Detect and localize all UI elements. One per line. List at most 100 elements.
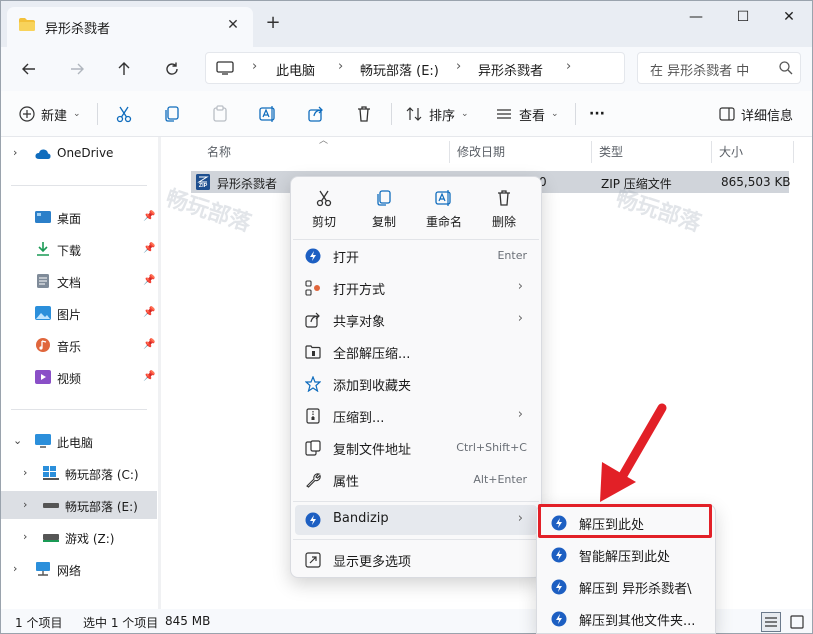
details-view-button[interactable] [761,612,781,632]
minimize-button[interactable]: — [673,5,719,29]
sidebar-item-label: 畅玩部落 (E:) [65,500,138,514]
menu-item-properties[interactable]: 属性 Alt+Enter [295,465,537,495]
copy-icon [377,190,391,206]
download-icon [37,242,49,256]
context-delete-button[interactable]: 删除 [475,185,533,235]
view-button[interactable]: 查看 ⌄ [495,103,559,125]
chevron-right-icon[interactable]: › [23,466,27,479]
context-cut-button[interactable]: 剪切 [295,185,353,235]
chevron-right-icon[interactable]: › [252,59,257,74]
submenu-item-extract-to-folder[interactable]: 解压到 异形杀戮者\ [541,572,713,602]
address-bar[interactable]: › 此电脑 › 畅玩部落 (E:) › 异形杀戮者 › [205,52,625,84]
back-arrow-icon[interactable] [14,54,44,84]
chevron-right-icon[interactable]: › [338,59,343,74]
up-arrow-icon[interactable] [109,54,139,84]
bandizip-icon [551,611,567,627]
menu-item-label: 复制文件地址 [333,443,412,458]
close-window-button[interactable]: ✕ [766,5,812,29]
sidebar-item-desktop[interactable]: 桌面 📌 [1,203,157,231]
menu-item-label: 压缩到... [333,411,385,426]
chevron-right-icon[interactable]: › [13,146,17,159]
sidebar-item-videos[interactable]: 视频 📌 [1,363,157,391]
computer-icon [216,61,234,75]
sidebar-item-music[interactable]: 音乐 📌 [1,331,157,359]
sidebar-item-drive-e[interactable]: › 畅玩部落 (E:) [1,491,157,519]
pin-icon[interactable]: 📌 [143,371,155,382]
tab-bar: 异形杀戮者 ✕ + — ☐ ✕ [1,1,812,47]
chevron-right-icon[interactable]: › [23,530,27,543]
column-header-size[interactable]: 大小 [719,143,743,160]
close-tab-icon[interactable]: ✕ [223,15,243,35]
context-rename-button[interactable]: 重命名 [415,185,473,235]
pin-icon[interactable]: 📌 [143,339,155,350]
sidebar-item-drive-c[interactable]: › 畅玩部落 (C:) [1,459,157,487]
refresh-icon[interactable] [157,54,187,84]
sidebar-item-label: 此电脑 [57,436,94,450]
menu-item-open[interactable]: 打开 Enter [295,241,537,271]
breadcrumb-drive-e[interactable]: 畅玩部落 (E:) [360,60,439,79]
sidebar-item-this-pc[interactable]: ⌄ 此电脑 [1,427,157,455]
tiles-view-button[interactable] [787,612,807,632]
rename-button[interactable] [259,103,277,125]
breadcrumb-this-pc[interactable]: 此电脑 [276,60,315,79]
delete-button[interactable] [355,103,373,125]
sort-button-label: 排序 [429,108,456,124]
menu-item-label: 全部解压缩... [333,347,411,362]
pin-icon[interactable]: 📌 [143,275,155,286]
chevron-right-icon: › [517,279,523,294]
menu-item-add-favorites[interactable]: 添加到收藏夹 [295,369,537,399]
chevron-down-icon: ⌄ [551,109,559,119]
pin-icon[interactable]: 📌 [143,211,155,222]
tab-folder-aliens[interactable]: 异形杀戮者 ✕ [7,7,253,47]
open-with-icon [305,280,320,296]
breadcrumb-current-folder[interactable]: 异形杀戮者 [478,60,543,79]
chevron-right-icon[interactable]: › [456,59,461,74]
extract-icon [305,345,321,359]
list-view-icon [765,617,777,627]
paste-button[interactable] [211,103,229,125]
pin-icon[interactable]: 📌 [143,243,155,254]
share-button[interactable] [307,103,325,125]
details-pane-button[interactable]: 详细信息 [719,103,793,125]
paste-icon [213,105,227,122]
copy-path-icon [305,440,321,456]
forward-arrow-icon[interactable] [62,54,92,84]
bandizip-icon [551,547,567,563]
chevron-right-icon[interactable]: › [566,59,571,74]
menu-item-show-more-options[interactable]: 显示更多选项 [295,545,537,575]
menu-item-extract-all[interactable]: 全部解压缩... [295,337,537,367]
sort-button[interactable]: 排序 ⌄ [405,103,469,125]
cut-button[interactable] [115,103,133,125]
new-button[interactable]: 新建 ⌄ [19,103,81,125]
submenu-item-extract-other[interactable]: 解压到其他文件夹... [541,604,713,634]
more-icon: ··· [589,106,605,122]
column-header-name[interactable]: 名称 [207,143,231,160]
copy-button[interactable] [163,103,181,125]
sidebar-item-network[interactable]: › 网络 [1,555,157,583]
menu-item-share[interactable]: 共享对象 › [295,305,537,335]
more-options-button[interactable]: ··· [589,103,605,125]
search-input[interactable]: 在 异形杀戮者 中 [637,52,801,84]
sidebar-item-downloads[interactable]: 下载 📌 [1,235,157,263]
menu-item-compress[interactable]: 压缩到... › [295,401,537,431]
sidebar-item-pictures[interactable]: 图片 📌 [1,299,157,327]
separator [97,103,98,125]
column-header-modified[interactable]: 修改日期 [457,143,505,160]
chevron-right-icon[interactable]: › [13,562,17,575]
sidebar-scrollbar[interactable] [158,137,161,609]
menu-item-bandizip[interactable]: Bandizip › [295,505,537,535]
new-tab-button[interactable]: + [263,13,283,33]
column-header-type[interactable]: 类型 [599,143,623,160]
menu-item-label: 显示更多选项 [333,555,412,570]
chevron-right-icon[interactable]: › [23,498,27,511]
submenu-item-smart-extract[interactable]: 智能解压到此处 [541,540,713,570]
menu-item-open-with[interactable]: 打开方式 › [295,273,537,303]
context-copy-button[interactable]: 复制 [355,185,413,235]
maximize-button[interactable]: ☐ [720,5,766,29]
menu-item-copy-path[interactable]: 复制文件地址 Ctrl+Shift+C [295,433,537,463]
pin-icon[interactable]: 📌 [143,307,155,318]
sidebar-item-onedrive[interactable]: › OneDrive [1,139,157,167]
sidebar-item-documents[interactable]: 文档 📌 [1,267,157,295]
sidebar-item-drive-z[interactable]: › 游戏 (Z:) [1,523,157,551]
chevron-down-icon[interactable]: ⌄ [13,434,22,447]
